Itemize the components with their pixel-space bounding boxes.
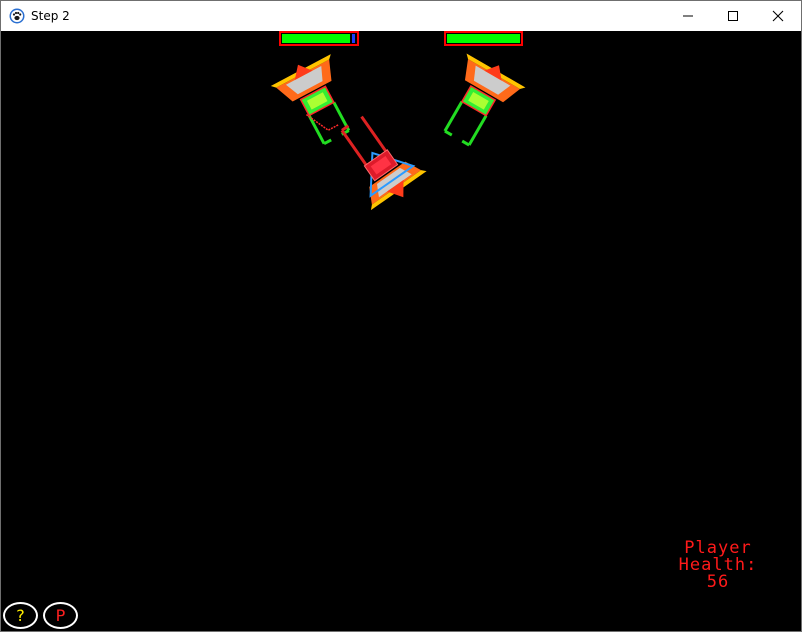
enemy-ship-2: [443, 53, 526, 147]
enemy-health-marker-1: [352, 34, 355, 43]
title-bar[interactable]: Step 2: [1, 1, 801, 31]
window-title: Step 2: [31, 9, 70, 23]
pause-button[interactable]: P: [43, 602, 78, 629]
enemy-health-bar-1: [279, 31, 359, 46]
player-health-label: Player Health:: [678, 538, 758, 575]
help-button-label: ?: [16, 606, 25, 625]
player-health-display: Player Health: 56: [641, 540, 795, 591]
paw-app-icon: [9, 8, 25, 24]
maximize-button[interactable]: [710, 1, 756, 31]
player-ship: [340, 115, 427, 211]
player-health-value: 56: [706, 572, 730, 592]
enemy-ship-1: [270, 54, 351, 146]
pause-button-label: P: [55, 606, 66, 625]
maximize-icon: [728, 11, 738, 21]
close-button[interactable]: [755, 1, 801, 31]
close-icon: [772, 10, 784, 22]
minimize-button[interactable]: [665, 1, 711, 31]
help-button[interactable]: ?: [3, 602, 38, 629]
enemy-health-fill-1: [282, 34, 350, 43]
game-window: Step 2 Player Health: 56 ? P: [0, 0, 802, 632]
minimize-icon: [683, 15, 693, 17]
game-canvas[interactable]: Player Health: 56 ? P: [1, 31, 801, 631]
enemy-health-bar-2: [444, 31, 523, 46]
enemy-health-fill-2: [447, 34, 520, 43]
